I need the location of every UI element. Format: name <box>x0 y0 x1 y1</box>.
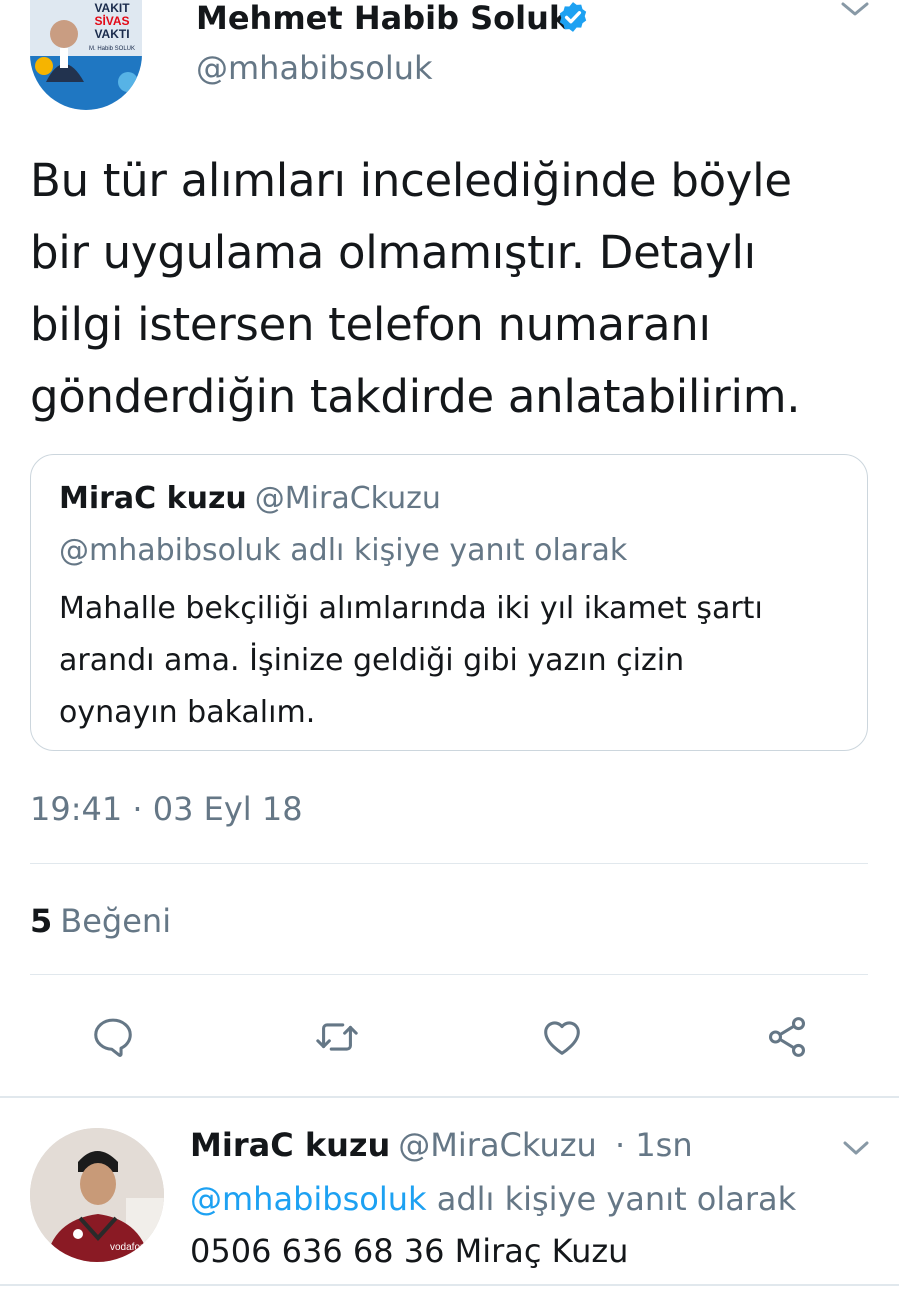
reply-tweet-text: 0506 636 68 36 Miraç Kuzu <box>190 1232 629 1270</box>
divider <box>0 1284 899 1286</box>
reply-author-handle[interactable]: @MiraCkuzu <box>398 1126 597 1164</box>
share-icon <box>768 1017 806 1057</box>
retweet-icon <box>316 1023 358 1051</box>
svg-text:M. Habib SOLUK: M. Habib SOLUK <box>89 46 135 52</box>
tweet-text: Bu tür alımları incelediğinde böyle bir … <box>30 145 890 433</box>
tweet-text-line: bir uygulama olmamıştır. Detaylı <box>30 226 756 279</box>
section-divider <box>0 1096 899 1098</box>
chevron-down-icon[interactable] <box>842 1140 870 1156</box>
tweet-text-line: gönderdiğin takdirde anlatabilirim. <box>30 370 801 423</box>
quoted-tweet-card[interactable]: MiraC kuzu @MiraCkuzu @mhabibsoluk adlı k… <box>30 454 868 751</box>
quoted-text-line: arandı ama. İşinize geldiği gibi yazın ç… <box>59 643 685 678</box>
reply-context-label: adlı kişiye yanıt olarak <box>436 1180 797 1218</box>
likes-count: 5 <box>30 902 53 940</box>
quoted-tweet-header: MiraC kuzu @MiraCkuzu <box>59 481 441 517</box>
author-handle[interactable]: @mhabibsoluk <box>196 50 433 86</box>
tweet-detail-screen: VAKIT SİVAS VAKTI M. Habib SOLUK Mehmet … <box>0 0 899 1289</box>
reply-time: · 1sn <box>614 1126 693 1164</box>
quoted-text-line: oynayın bakalım. <box>59 695 316 730</box>
like-icon <box>544 1021 580 1055</box>
svg-text:SİVAS: SİVAS <box>94 13 129 28</box>
verified-badge-icon <box>559 2 587 32</box>
likes-stat[interactable]: 5 Beğeni <box>30 902 171 940</box>
likes-label: Beğeni <box>60 902 172 940</box>
quoted-author-handle: @MiraCkuzu <box>254 481 441 516</box>
reply-author-avatar[interactable]: vodafone <box>30 1128 164 1262</box>
retweet-button[interactable] <box>312 1012 362 1062</box>
reply-author-name[interactable]: MiraC kuzu <box>190 1126 390 1164</box>
tweet-timestamp: 19:41 · 03 Eyl 18 <box>30 790 303 828</box>
reply-context: @mhabibsoluk adlı kişiye yanıt olarak <box>190 1180 796 1218</box>
share-button[interactable] <box>762 1012 812 1062</box>
author-name[interactable]: Mehmet Habib Soluk <box>196 0 570 36</box>
avatar-poster-image: VAKIT SİVAS VAKTI M. Habib SOLUK <box>30 0 142 110</box>
reply-icon <box>94 1018 132 1057</box>
quoted-reply-context: @mhabibsoluk adlı kişiye yanıt olarak <box>59 533 628 568</box>
reply-tweet-header: MiraC kuzu @MiraCkuzu · 1sn <box>190 1126 693 1164</box>
author-avatar[interactable]: VAKIT SİVAS VAKTI M. Habib SOLUK <box>30 0 142 110</box>
like-button[interactable] <box>537 1012 587 1062</box>
mention-link[interactable]: @mhabibsoluk <box>190 1180 427 1218</box>
chevron-down-icon[interactable] <box>840 0 870 18</box>
svg-text:VAKTI: VAKTI <box>94 27 129 41</box>
svg-text:vodafone: vodafone <box>110 1242 152 1253</box>
quoted-text-line: Mahalle bekçiliği alımlarında iki yıl ik… <box>59 591 763 626</box>
quoted-author-name: MiraC kuzu <box>59 481 247 516</box>
reply-button[interactable] <box>88 1012 138 1062</box>
svg-text:VAKIT: VAKIT <box>94 1 130 15</box>
divider <box>30 974 868 975</box>
tweet-text-line: Bu tür alımları incelediğinde böyle <box>30 154 792 207</box>
avatar-photo: vodafone <box>30 1128 164 1262</box>
quoted-tweet-text: Mahalle bekçiliği alımlarında iki yıl ik… <box>59 583 763 739</box>
tweet-text-line: bilgi istersen telefon numaranı <box>30 298 711 351</box>
divider <box>30 863 868 864</box>
